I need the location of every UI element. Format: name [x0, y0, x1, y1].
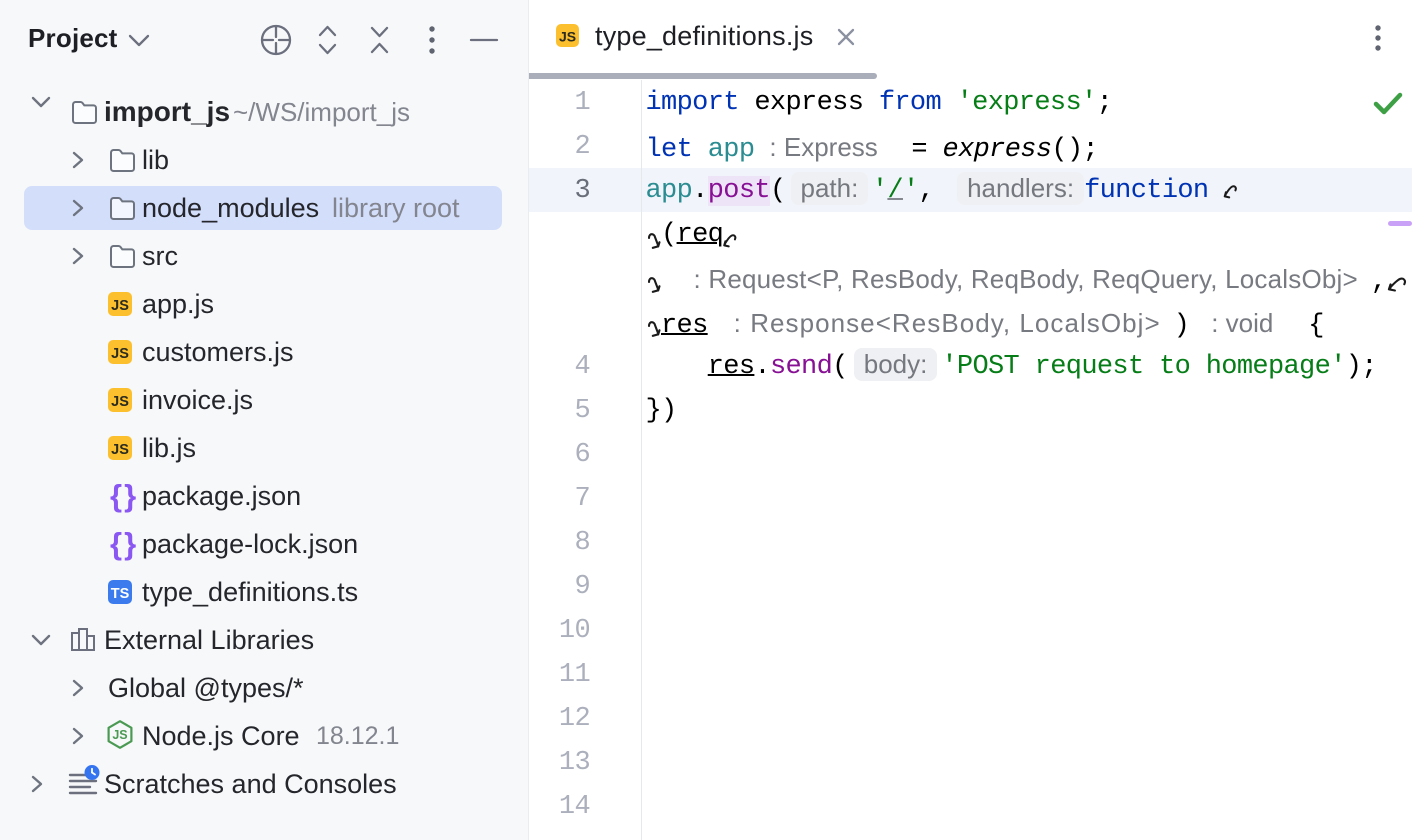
svg-text:JS: JS	[111, 346, 129, 362]
svg-text:JS: JS	[111, 394, 129, 410]
svg-text:JS: JS	[111, 442, 129, 458]
svg-text:JS: JS	[111, 298, 129, 314]
svg-text:JS: JS	[559, 29, 576, 45]
svg-text:JS: JS	[112, 728, 127, 742]
svg-text:TS: TS	[111, 586, 130, 602]
